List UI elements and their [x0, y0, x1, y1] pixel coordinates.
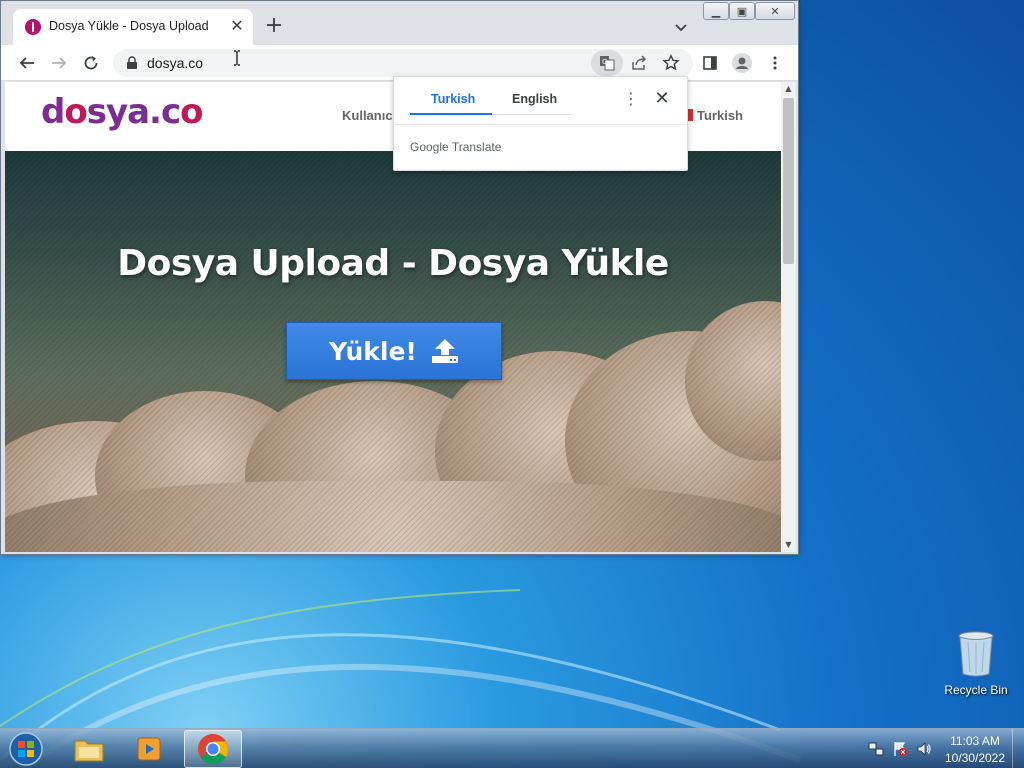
clock-time[interactable]: 11:03 AM: [940, 734, 1010, 748]
lock-icon: [127, 56, 137, 69]
taskbar-media-player[interactable]: [121, 730, 179, 768]
upload-icon: [431, 339, 458, 363]
browser-tab[interactable]: Dosya Yükle - Dosya Upload ✕: [13, 9, 253, 45]
url-text: dosya.co: [147, 55, 204, 71]
chrome-icon: [198, 734, 228, 765]
translate-popup: Turkish English ⋮ ✕ Google Translate: [393, 76, 688, 171]
page-scrollbar[interactable]: ▲ ▼: [781, 82, 796, 552]
translate-icon[interactable]: G: [591, 50, 623, 76]
close-window-button[interactable]: ✕: [755, 2, 795, 20]
site-logo[interactable]: dosya.co: [41, 92, 204, 132]
recycle-bin[interactable]: Recycle Bin: [940, 630, 1012, 700]
translate-tab-source[interactable]: Turkish: [431, 92, 475, 106]
hero-banner: Dosya Upload - Dosya Yükle Yükle!: [5, 151, 781, 552]
tab-title: Dosya Yükle - Dosya Upload: [49, 19, 209, 33]
logo-part-1: d: [41, 92, 65, 132]
logo-o-2: o: [180, 92, 203, 132]
upload-button[interactable]: Yükle!: [286, 322, 502, 380]
bookmark-star-icon[interactable]: [659, 51, 683, 75]
svg-text:G: G: [602, 58, 607, 66]
tab-search-chevron-icon[interactable]: [671, 17, 691, 37]
show-desktop-button[interactable]: [1012, 729, 1024, 768]
media-player-icon: [137, 737, 161, 761]
volume-icon[interactable]: [916, 741, 932, 757]
scroll-up-arrow-icon[interactable]: ▲: [781, 82, 796, 96]
selected-tab-indicator: [410, 113, 492, 115]
start-button-icon[interactable]: [6, 731, 46, 767]
tab-close-icon[interactable]: ✕: [228, 17, 246, 35]
taskbar-file-explorer[interactable]: [60, 730, 118, 768]
maximize-button[interactable]: ▣: [729, 2, 755, 20]
action-center-flag-icon[interactable]: [892, 741, 908, 757]
system-tray: 11:03 AM 10/30/2022: [862, 729, 1024, 768]
nav-user-link[interactable]: Kullanıcı: [342, 108, 396, 123]
window-controls: ▁ ▣ ✕: [703, 2, 795, 20]
google-translate-brand: Google Translate: [410, 140, 502, 154]
minimize-button[interactable]: ▁: [703, 2, 729, 20]
taskbar-chrome[interactable]: [184, 730, 242, 768]
new-tab-icon[interactable]: +: [263, 15, 285, 37]
translate-close-icon[interactable]: ✕: [653, 90, 671, 108]
tab-strip: Dosya Yükle - Dosya Upload ✕ + ▁ ▣ ✕: [1, 1, 798, 45]
profile-icon[interactable]: [730, 51, 754, 75]
taskbar: 11:03 AM 10/30/2022: [0, 728, 1024, 768]
network-icon[interactable]: [868, 741, 884, 757]
recycle-bin-label: Recycle Bin: [944, 683, 1008, 697]
reload-icon[interactable]: [79, 51, 103, 75]
hero-title: Dosya Upload - Dosya Yükle: [117, 243, 669, 284]
forward-icon[interactable]: [47, 51, 71, 75]
recycle-bin-icon: [958, 631, 994, 677]
file-explorer-icon: [74, 740, 104, 762]
scroll-down-arrow-icon[interactable]: ▼: [781, 538, 796, 552]
menu-icon[interactable]: [763, 51, 787, 75]
logo-o: o: [64, 92, 87, 132]
address-bar[interactable]: dosya.co G: [113, 49, 693, 77]
dosya-favicon-icon: [25, 19, 41, 35]
share-icon[interactable]: [627, 51, 651, 75]
back-icon[interactable]: [15, 51, 39, 75]
logo-part-2: sya.c: [86, 92, 181, 132]
text-cursor-icon: [234, 50, 240, 66]
scroll-thumb[interactable]: [783, 98, 794, 264]
translate-options-icon[interactable]: ⋮: [622, 90, 640, 108]
translate-tab-target[interactable]: English: [512, 92, 557, 106]
upload-button-label: Yükle!: [329, 336, 417, 366]
clock-date[interactable]: 10/30/2022: [940, 751, 1010, 765]
side-panel-icon[interactable]: [698, 51, 722, 75]
nav-language-link[interactable]: Turkish: [697, 108, 743, 123]
